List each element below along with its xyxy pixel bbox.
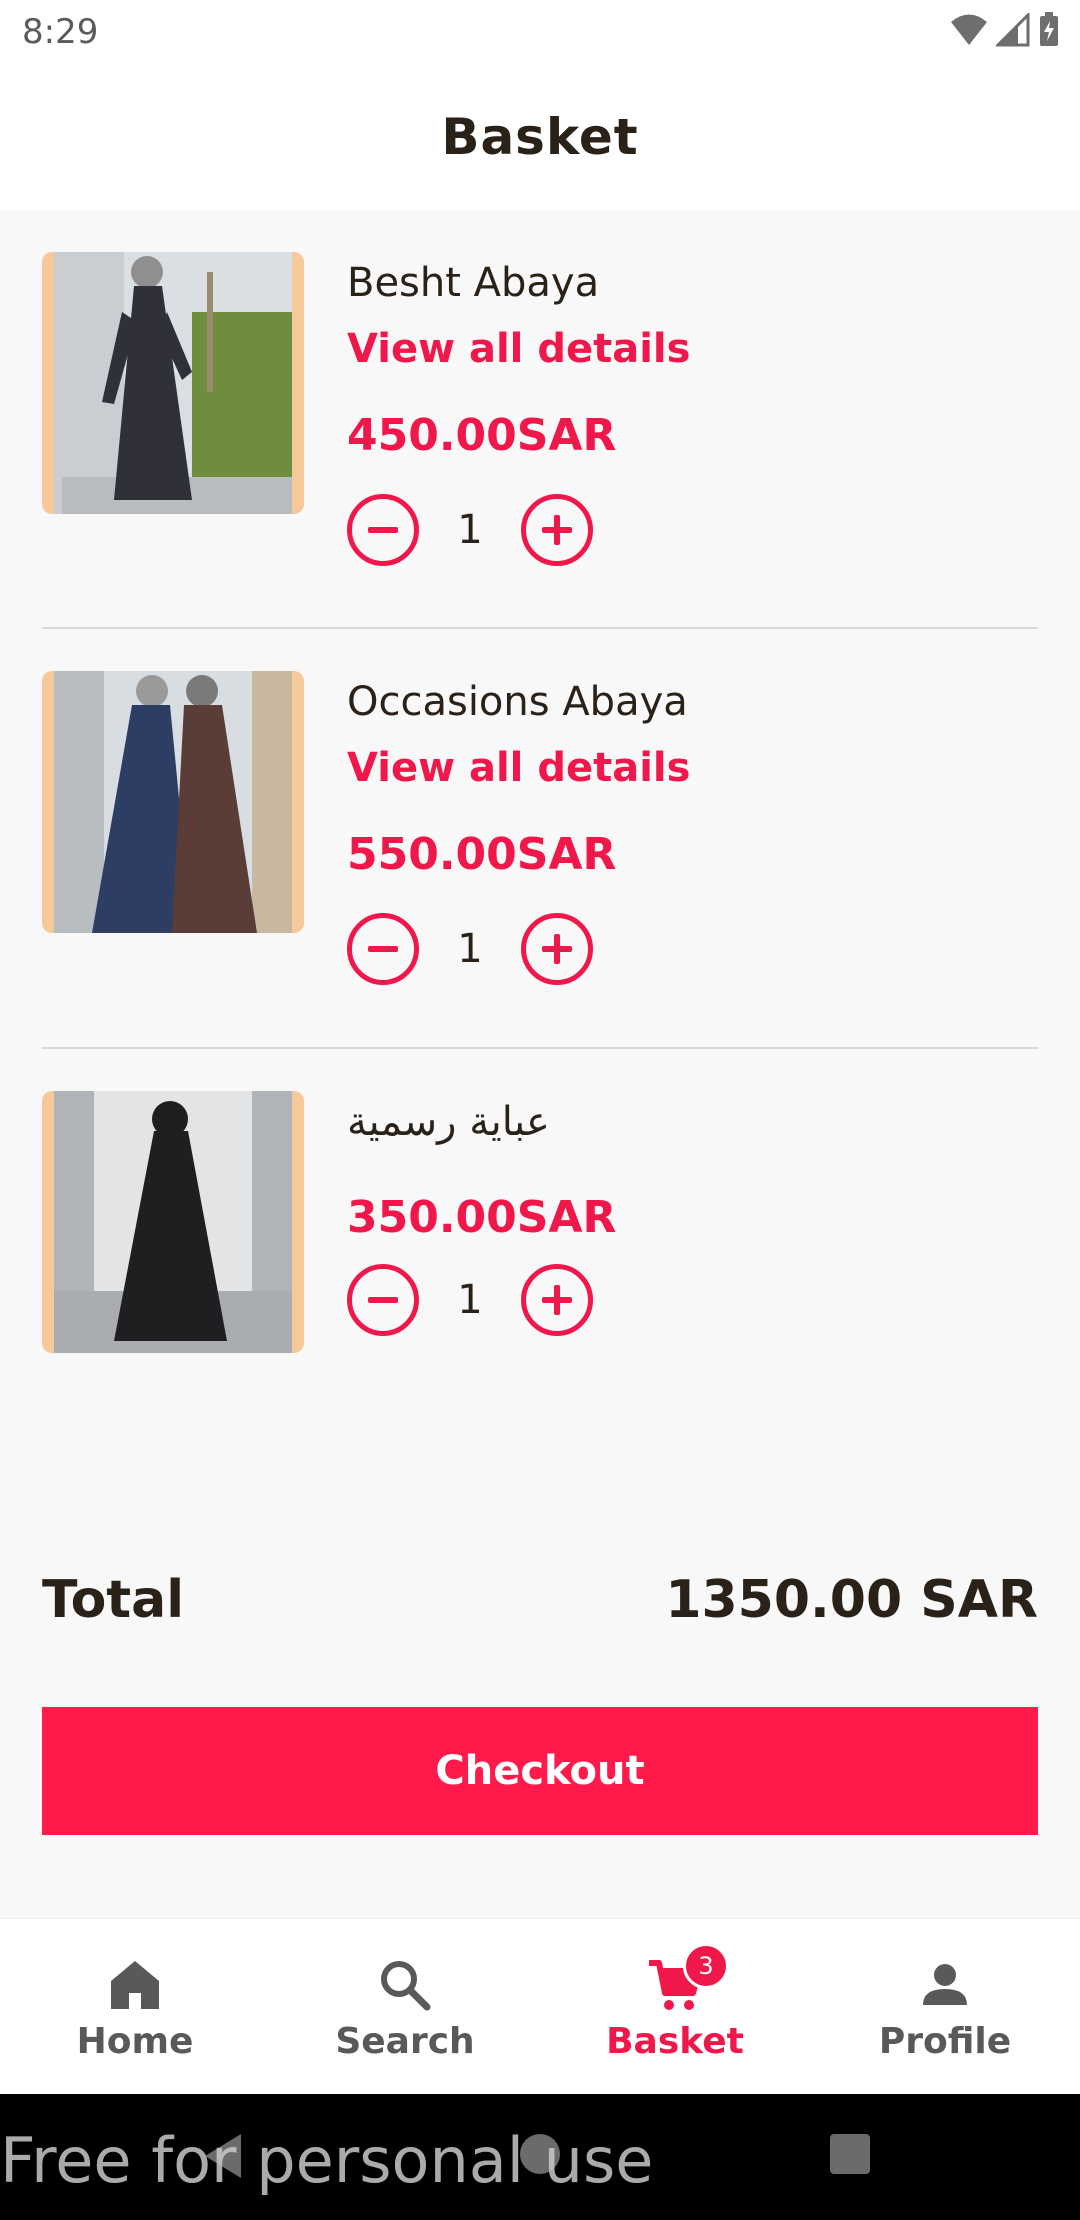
- product-price: 550.00SAR: [347, 829, 617, 880]
- product-price: 450.00SAR: [347, 410, 617, 461]
- nav-label: Home: [76, 2021, 194, 2062]
- checkout-button[interactable]: Checkout: [42, 1707, 1038, 1835]
- search-icon: [375, 1955, 435, 2015]
- quantity-stepper: 1: [347, 913, 607, 985]
- quantity-stepper: 1: [347, 494, 607, 566]
- signal-icon: [994, 11, 1030, 51]
- product-image[interactable]: [42, 252, 304, 514]
- product-name: Occasions Abaya: [347, 679, 688, 725]
- battery-icon: [1038, 12, 1060, 52]
- abaya-photo-icon: [54, 671, 292, 933]
- watermark: Free for personal use: [0, 2124, 654, 2197]
- minus-icon: [368, 946, 398, 952]
- cart-item: Besht Abaya View all details 450.00SAR 1: [42, 210, 1038, 629]
- minus-icon: [368, 527, 398, 533]
- nav-item-profile[interactable]: Profile: [810, 1919, 1080, 2094]
- recents-icon[interactable]: [830, 2134, 870, 2174]
- increase-quantity-button[interactable]: [521, 913, 593, 985]
- nav-item-basket[interactable]: 3 Basket: [540, 1919, 810, 2094]
- status-time: 8:29: [22, 12, 99, 52]
- minus-icon: [368, 1297, 398, 1303]
- nav-item-search[interactable]: Search: [270, 1919, 540, 2094]
- product-image[interactable]: [42, 671, 304, 933]
- quantity-value: 1: [457, 1277, 483, 1323]
- decrease-quantity-button[interactable]: [347, 1264, 419, 1336]
- nav-label: Profile: [878, 2021, 1012, 2062]
- decrease-quantity-button[interactable]: [347, 913, 419, 985]
- quantity-value: 1: [457, 507, 483, 553]
- product-image[interactable]: [42, 1091, 304, 1353]
- decrease-quantity-button[interactable]: [347, 494, 419, 566]
- quantity-stepper: 1: [347, 1264, 607, 1336]
- total-label: Total: [42, 1570, 185, 1630]
- quantity-value: 1: [457, 926, 483, 972]
- bottom-nav: Home Search 3 Basket Profile: [0, 1918, 1080, 2094]
- abaya-photo-icon: [54, 252, 292, 514]
- cart-count-badge: 3: [683, 1943, 729, 1989]
- total-value: 1350.00 SAR: [665, 1570, 1038, 1630]
- abaya-photo-icon: [54, 1091, 292, 1353]
- cart-item: Occasions Abaya View all details 550.00S…: [42, 629, 1038, 1049]
- page-title: Basket: [441, 108, 639, 166]
- status-icons: [950, 11, 1060, 52]
- increase-quantity-button[interactable]: [521, 1264, 593, 1336]
- product-name: Besht Abaya: [347, 260, 600, 306]
- app-header: Basket: [0, 64, 1080, 210]
- nav-item-home[interactable]: Home: [0, 1919, 270, 2094]
- person-icon: [915, 1955, 975, 2015]
- view-details-link[interactable]: View all details: [347, 745, 690, 791]
- view-details-link[interactable]: View all details: [347, 326, 690, 372]
- increase-quantity-button[interactable]: [521, 494, 593, 566]
- product-price: 350.00SAR: [347, 1192, 617, 1243]
- cart-icon: 3: [645, 1943, 729, 2015]
- total-row: Total 1350.00 SAR: [42, 1570, 1038, 1630]
- nav-label: Search: [335, 2021, 475, 2062]
- status-bar: 8:29: [0, 0, 1080, 64]
- cart-item: عباية رسمية 350.00SAR 1: [42, 1049, 1038, 1409]
- nav-label: Basket: [606, 2021, 744, 2062]
- home-icon: [105, 1955, 165, 2015]
- wifi-icon: [950, 13, 988, 51]
- product-name: عباية رسمية: [347, 1099, 550, 1145]
